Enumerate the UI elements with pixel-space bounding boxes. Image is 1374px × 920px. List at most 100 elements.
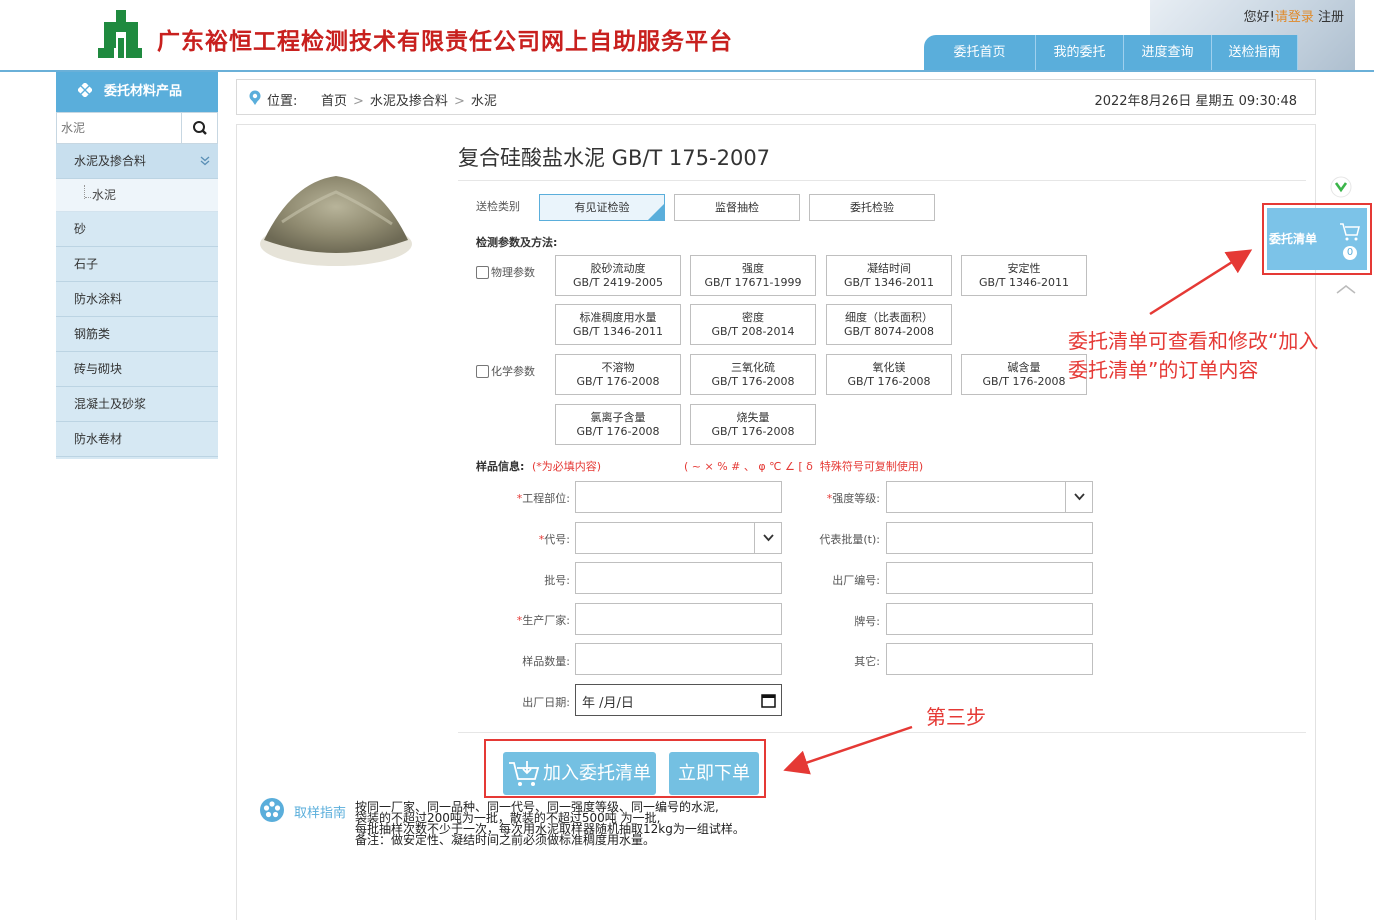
batch-qty-label: 代表批量(t): (819, 533, 880, 546)
location-pin-icon (249, 90, 261, 105)
project-part-label: *工程部位: (516, 492, 570, 505)
wechat-mini-icon[interactable] (1330, 176, 1352, 198)
strength-grade-label: *强度等级: (826, 492, 880, 505)
sidebar-item-rebar[interactable]: 钢筋类 (56, 317, 218, 352)
param-setting-time[interactable]: 凝结时间 GB/T 1346-2011 (826, 255, 952, 296)
checkbox[interactable] (476, 365, 489, 378)
film-reel-icon (260, 798, 284, 822)
sidebar-item-waterproof-roll[interactable]: 防水卷材 (56, 422, 218, 457)
chevron-down-icon (1074, 493, 1085, 501)
breadcrumb-home[interactable]: 首页 (321, 94, 347, 109)
login-link[interactable]: 请登录 (1275, 10, 1314, 25)
sidebar-search-input[interactable] (57, 113, 181, 143)
annotation-cart-note: 委托清单可查看和修改“加入委托清单”的订单内容 (1068, 329, 1319, 382)
date-placeholder: 年 /月/日 (582, 696, 634, 711)
user-links: 您好!请登录 注册 (1244, 6, 1344, 25)
sidebar-subitem-label: 水泥 (92, 188, 117, 202)
breadcrumb-current: 水泥 (470, 94, 497, 109)
param-mgo[interactable]: 氧化镁 GB/T 176-2008 (826, 354, 952, 395)
param-fineness[interactable]: 细度（比表面积） GB/T 8074-2008 (826, 304, 952, 345)
nav-tab-home[interactable]: 委托首页 (924, 35, 1036, 70)
nav-tab-my-orders[interactable]: 我的委托 (1036, 35, 1124, 70)
sidebar-item-concrete[interactable]: 混凝土及砂浆 (56, 387, 218, 422)
cement-powder-image (260, 176, 412, 266)
site-header: 广东裕恒工程检测技术有限责任公司网上自助服务平台 您好!请登录 注册 委托首页 … (0, 0, 1374, 72)
sidebar-item-waterproof-coating[interactable]: 防水涂料 (56, 282, 218, 317)
sidebar-title: 委托材料产品 (104, 84, 183, 99)
sidebar-item-stone[interactable]: 石子 (56, 247, 218, 282)
factory-no-input[interactable] (886, 562, 1093, 594)
inspect-type-label: 送检类别 (476, 200, 520, 213)
symbols-note: ( ~ × % # 、 φ ℃ ∠ [ δ 特殊符号可复制使用) (684, 460, 924, 473)
breadcrumb: 首页 > 水泥及掺合料 > 水泥 (321, 94, 497, 109)
order-list-label: 委托清单 (1269, 232, 1318, 246)
param-density[interactable]: 密度 GB/T 208-2014 (690, 304, 816, 345)
calendar-icon[interactable] (761, 693, 776, 708)
chevron-down-icon (763, 534, 774, 542)
project-part-input[interactable] (575, 481, 782, 513)
batch-qty-input[interactable] (886, 522, 1093, 554)
greeting-text: 您好! (1243, 10, 1275, 25)
annotation-step-three: 第三步 (926, 705, 986, 729)
manufacturer-input[interactable] (575, 603, 782, 635)
inspect-type-commission[interactable]: 委托检验 (809, 194, 935, 221)
back-to-top-icon[interactable] (1334, 282, 1358, 296)
param-so3[interactable]: 三氧化硫 GB/T 176-2008 (690, 354, 816, 395)
sidebar-item-sand[interactable]: 砂 (56, 212, 218, 247)
sidebar-item-cement[interactable]: 水泥及掺合料 (56, 144, 218, 179)
other-label: 其它: (854, 655, 880, 668)
company-logo (98, 10, 142, 58)
sidebar-search (56, 112, 218, 144)
param-fluidity[interactable]: 胶砂流动度 GB/T 2419-2005 (555, 255, 681, 296)
sampling-guide-label: 取样指南 (294, 806, 347, 821)
nav-tab-progress[interactable]: 进度查询 (1124, 35, 1212, 70)
param-loss-ignition[interactable]: 烧失量 GB/T 176-2008 (690, 404, 816, 445)
divider (458, 180, 1306, 181)
required-note: (*为必填内容) (532, 460, 602, 473)
other-input[interactable] (886, 643, 1093, 675)
physical-params-checkbox[interactable]: 物理参数 (476, 264, 535, 280)
batch-no-label: 批号: (544, 574, 570, 587)
checkbox[interactable] (476, 266, 489, 279)
param-chloride[interactable]: 氯离子含量 GB/T 176-2008 (555, 404, 681, 445)
inspect-type-witness[interactable]: 有见证检验 (539, 194, 665, 221)
breadcrumb-bar: 位置: 首页 > 水泥及掺合料 > 水泥 2022年8月26日 星期五 09:30:48 (236, 79, 1316, 115)
param-strength[interactable]: 强度 GB/T 17671-1999 (690, 255, 816, 296)
order-list-widget[interactable]: 委托清单 0 (1267, 208, 1367, 270)
breadcrumb-category[interactable]: 水泥及掺合料 (370, 94, 448, 109)
chevron-double-down-icon (200, 156, 210, 166)
sampling-guide-text: 按同一厂家、同一品种、同一代号、同一强度等级、同一编号的水泥, 袋装的不超过20… (355, 800, 745, 847)
strength-grade-select[interactable] (886, 481, 1093, 513)
sidebar-item-brick[interactable]: 砖与砌块 (56, 352, 218, 387)
code-label: *代号: (538, 533, 570, 546)
param-insoluble[interactable]: 不溶物 GB/T 176-2008 (555, 354, 681, 395)
factory-date-label: 出厂日期: (522, 696, 570, 709)
sample-info-label: 样品信息: (476, 460, 525, 473)
checkbox-label: 物理参数 (491, 266, 535, 279)
params-label: 检测参数及方法: (476, 236, 558, 249)
batch-no-input[interactable] (575, 562, 782, 594)
main-nav: 委托首页 我的委托 进度查询 送检指南 (924, 35, 1298, 70)
param-soundness[interactable]: 安定性 GB/T 1346-2011 (961, 255, 1087, 296)
param-water-demand[interactable]: 标准稠度用水量 GB/T 1346-2011 (555, 304, 681, 345)
code-select[interactable] (575, 522, 782, 554)
current-datetime: 2022年8月26日 星期五 09:30:48 (1094, 94, 1297, 109)
brand-input[interactable] (886, 603, 1093, 635)
inspect-type-supervision[interactable]: 监督抽检 (674, 194, 800, 221)
search-button[interactable] (181, 113, 217, 143)
sample-qty-label: 样品数量: (522, 655, 570, 668)
register-link[interactable]: 注册 (1318, 10, 1344, 25)
cart-highlight-box: 委托清单 0 (1262, 203, 1372, 275)
factory-no-label: 出厂编号: (832, 574, 880, 587)
product-title: 复合硅酸盐水泥 GB/T 175-2007 (458, 146, 771, 170)
manufacturer-label: *生产厂家: (516, 614, 570, 627)
factory-date-input[interactable]: 年 /月/日 (575, 684, 782, 716)
nav-tab-guide[interactable]: 送检指南 (1212, 35, 1298, 70)
sidebar-subitem-cement[interactable]: 水泥 (56, 179, 218, 212)
sidebar-header: 委托材料产品 (56, 72, 218, 112)
checkbox-label: 化学参数 (491, 365, 535, 378)
chemical-params-checkbox[interactable]: 化学参数 (476, 363, 535, 379)
sample-qty-input[interactable] (575, 643, 782, 675)
search-icon (193, 121, 207, 135)
sidebar-item-label: 水泥及掺合料 (74, 154, 147, 168)
